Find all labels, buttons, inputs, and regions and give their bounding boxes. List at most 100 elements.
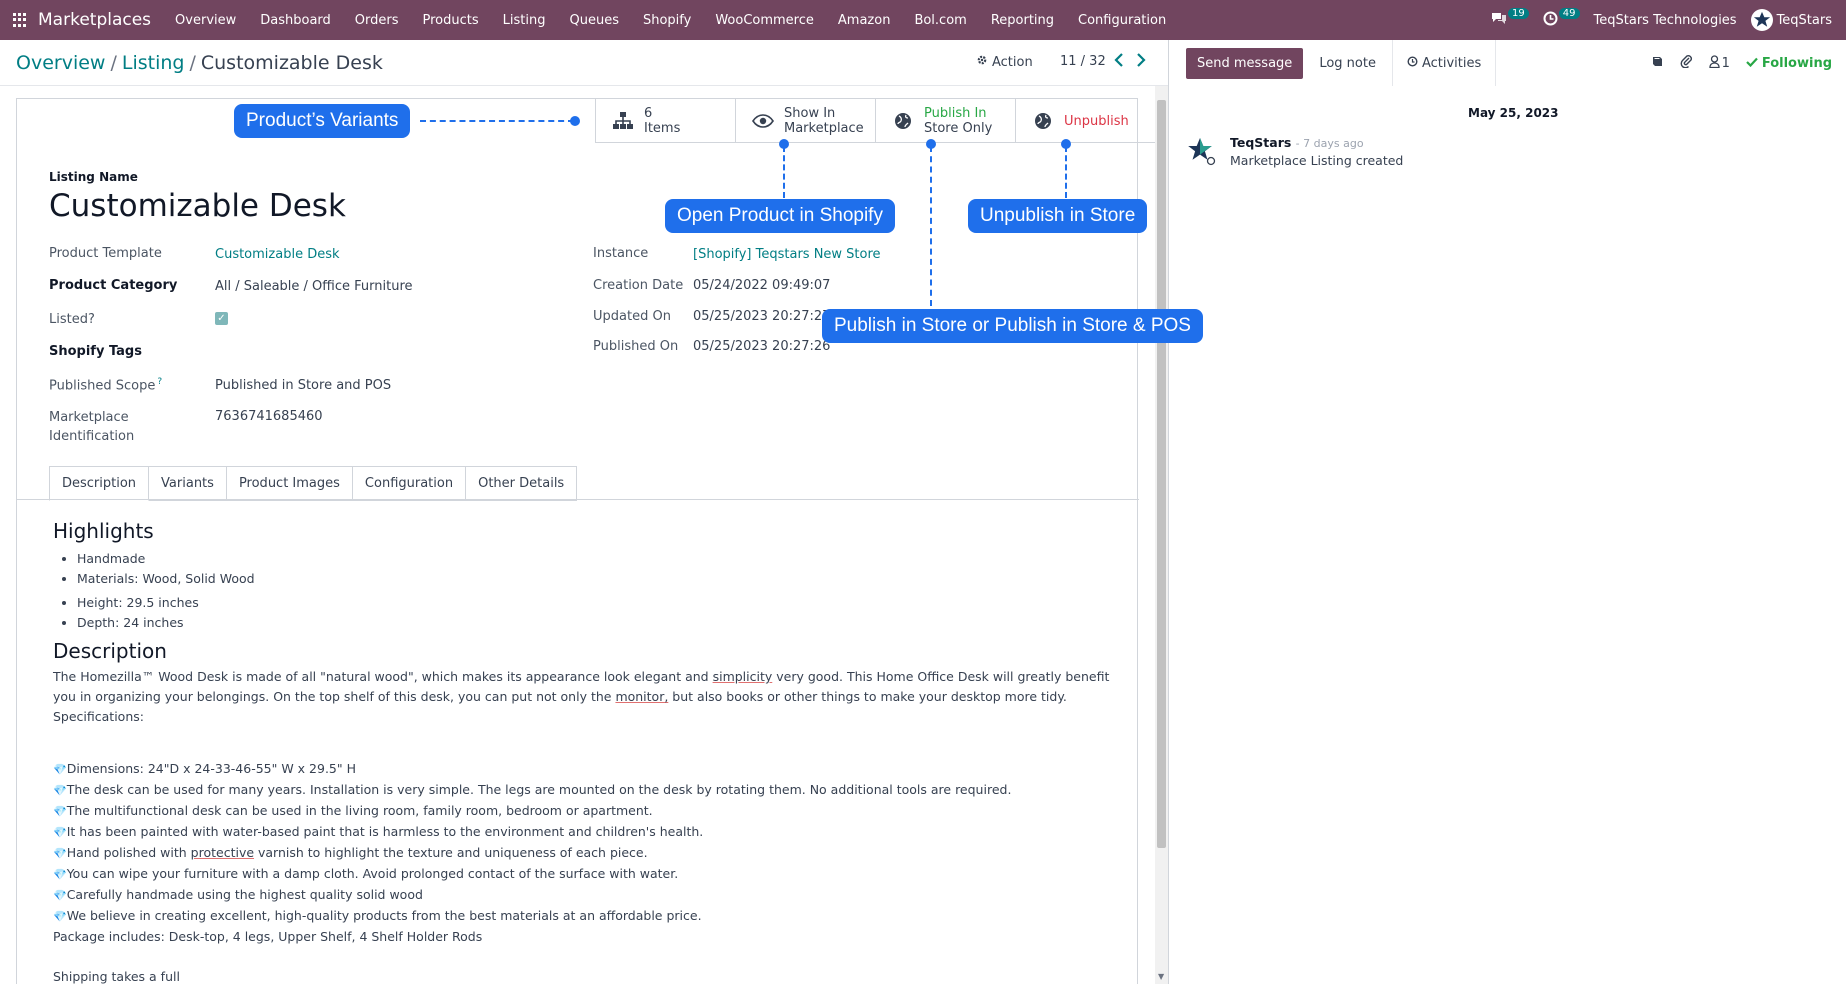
tab-description[interactable]: Description xyxy=(49,466,150,501)
spec-line: 💎Hand polished with protective varnish t… xyxy=(53,843,1113,864)
list-item: Materials: Wood, Solid Wood xyxy=(77,569,1113,589)
list-item: Height: 29.5 inches xyxy=(77,593,1113,613)
chatter-topbar: Send message Log note Activities 1 Follo… xyxy=(1170,40,1846,86)
messaging-menu[interactable]: 19 xyxy=(1491,7,1529,29)
scroll-down-arrow-icon[interactable]: ▼ xyxy=(1158,972,1164,981)
gem-icon: 💎 xyxy=(53,910,67,923)
pager-next-button[interactable] xyxy=(1136,52,1146,71)
spec-line: 💎You can wipe your furniture with a damp… xyxy=(53,864,1113,885)
callout-publish-in-store: Publish in Store or Publish in Store & P… xyxy=(822,309,1203,343)
menu-reporting[interactable]: Reporting xyxy=(979,13,1066,28)
para-part: The Homezilla™ Wood Desk is made of all … xyxy=(53,669,713,684)
description-content[interactable]: Highlights Handmade Materials: Wood, Sol… xyxy=(53,519,1113,987)
menu-amazon[interactable]: Amazon xyxy=(826,13,903,28)
top-navbar: Marketplaces Overview Dashboard Orders P… xyxy=(0,0,1846,40)
menu-shopify[interactable]: Shopify xyxy=(631,13,703,28)
apps-grid-icon[interactable] xyxy=(13,13,27,27)
show-in-marketplace-button[interactable]: Show In Marketplace xyxy=(735,99,875,143)
tab-other-details[interactable]: Other Details xyxy=(466,466,578,501)
menu-configuration[interactable]: Configuration xyxy=(1066,13,1178,28)
following-label: Following xyxy=(1761,55,1832,71)
notebook-tabs: Description Variants Product Images Conf… xyxy=(49,466,578,501)
eye-icon xyxy=(752,110,774,132)
action-menu-button[interactable]: Action xyxy=(976,54,1033,70)
spec-text: You can wipe your furniture with a damp … xyxy=(66,866,679,881)
show-in-marketplace-line1: Show In xyxy=(784,106,836,121)
listed-checkbox[interactable]: ✓ xyxy=(215,312,228,325)
marketplace-id-label-line1: Marketplace xyxy=(49,410,129,425)
send-message-button[interactable]: Send message xyxy=(1186,47,1304,79)
spec-line: 💎The desk can be used for many years. In… xyxy=(53,780,1113,801)
marketplace-identification-label: Marketplace Identification xyxy=(49,408,134,446)
activities-badge: 49 xyxy=(1558,7,1580,19)
gem-icon: 💎 xyxy=(53,847,67,860)
form-scrollbar-thumb[interactable] xyxy=(1157,100,1166,848)
menu-queues[interactable]: Queues xyxy=(557,13,630,28)
activities-button[interactable]: Activities xyxy=(1391,40,1497,86)
pager-previous-button[interactable] xyxy=(1114,52,1124,71)
check-icon xyxy=(1746,56,1758,71)
publish-in-store-button[interactable]: Publish In Store Only xyxy=(875,99,1015,143)
instance-link[interactable]: [Shopify] Teqstars New Store xyxy=(693,247,881,262)
marketplace-identification-value[interactable]: 7636741685460 xyxy=(215,409,323,424)
tab-configuration[interactable]: Configuration xyxy=(352,466,467,501)
gem-icon: 💎 xyxy=(53,889,67,902)
menu-woocommerce[interactable]: WooCommerce xyxy=(703,13,826,28)
menu-dashboard[interactable]: Dashboard xyxy=(248,13,343,28)
activity-menu[interactable]: 49 xyxy=(1543,7,1580,30)
globe-icon xyxy=(892,110,914,132)
breadcrumb-listing[interactable]: Listing xyxy=(122,52,185,74)
teqstars-avatar-icon[interactable] xyxy=(1186,136,1216,166)
breadcrumb: Overview / Listing / Customizable Desk xyxy=(16,52,383,74)
published-scope-value[interactable]: Published in Store and POS xyxy=(215,378,391,393)
pager-value[interactable]: 11 / 32 xyxy=(1060,54,1106,69)
breadcrumb-overview[interactable]: Overview xyxy=(16,52,105,74)
log-note-button[interactable]: Log note xyxy=(1303,48,1392,79)
highlights-list: Handmade Materials: Wood, Solid Wood xyxy=(77,549,1113,589)
company-switcher[interactable]: TeqStars Technologies xyxy=(1594,13,1737,28)
menu-bolcom[interactable]: Bol.com xyxy=(902,13,978,28)
creation-date-label: Creation Date xyxy=(593,278,684,293)
listing-title[interactable]: Customizable Desk xyxy=(49,188,346,224)
menu-orders[interactable]: Orders xyxy=(343,13,411,28)
spec-line: 💎Carefully handmade using the highest qu… xyxy=(53,885,1113,906)
app-brand[interactable]: Marketplaces xyxy=(38,10,151,30)
systray: 19 49 TeqStars Technologies TeqStars xyxy=(1491,0,1846,40)
user-menu[interactable]: TeqStars xyxy=(1750,9,1832,31)
spec-line: 💎Dimensions: 24"D x 24-33-46-55" W x 29.… xyxy=(53,759,1113,780)
listing-name-label: Listing Name xyxy=(49,170,138,184)
breadcrumb-current: Customizable Desk xyxy=(200,52,383,74)
tab-product-images[interactable]: Product Images xyxy=(226,466,353,501)
callout-connector xyxy=(1065,146,1067,198)
following-button[interactable]: Following xyxy=(1746,56,1832,71)
paperclip-icon[interactable] xyxy=(1680,54,1693,72)
followers-count: 1 xyxy=(1721,55,1730,71)
tab-variants[interactable]: Variants xyxy=(149,466,227,501)
message-author[interactable]: TeqStars - 7 days ago xyxy=(1230,135,1364,150)
book-icon[interactable] xyxy=(1651,55,1664,72)
spec-text: It has been painted with water-based pai… xyxy=(66,824,704,839)
menu-listing[interactable]: Listing xyxy=(491,13,558,28)
callout-product-variants: Product’s Variants xyxy=(234,104,411,138)
menu-products[interactable]: Products xyxy=(411,13,491,28)
gem-icon: 💎 xyxy=(53,826,67,839)
callout-connector xyxy=(930,146,932,306)
highlights-heading: Highlights xyxy=(53,519,154,543)
variants-count: 6 xyxy=(644,106,653,121)
breadcrumb-separator: / xyxy=(189,52,196,74)
product-template-link[interactable]: Customizable Desk xyxy=(215,247,340,262)
callout-dot xyxy=(570,116,580,126)
menu-overview[interactable]: Overview xyxy=(163,13,248,28)
help-tooltip-icon[interactable]: ? xyxy=(157,377,162,387)
product-category-value[interactable]: All / Saleable / Office Furniture xyxy=(215,279,413,294)
specifications-label: Specifications: xyxy=(53,709,144,724)
para-part-underlined: simplicity xyxy=(712,669,773,684)
followers-button[interactable]: 1 xyxy=(1708,54,1730,72)
description-heading: Description xyxy=(53,639,167,663)
variants-smart-button[interactable]: 6 Items xyxy=(595,99,735,143)
instance-label: Instance xyxy=(593,246,649,261)
unpublish-button[interactable]: Unpublish xyxy=(1015,99,1155,143)
show-in-marketplace-text: Show In Marketplace xyxy=(784,106,864,136)
control-panel: Overview / Listing / Customizable Desk Actio… xyxy=(0,40,1168,86)
publish-line2: Store Only xyxy=(924,121,993,136)
